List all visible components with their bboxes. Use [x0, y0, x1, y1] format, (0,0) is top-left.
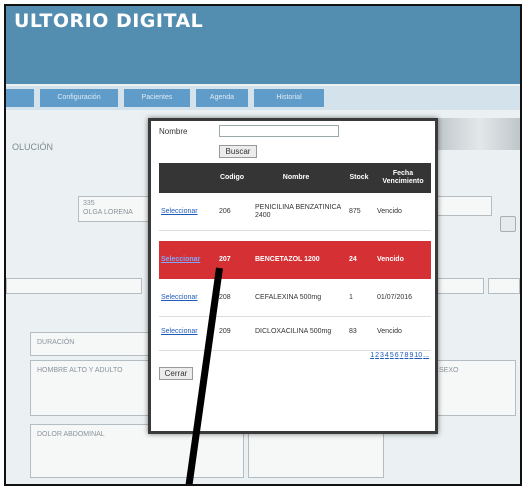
cell-nombre: BENCETAZOL 1200	[255, 256, 320, 263]
cell-stock: 24	[349, 256, 357, 263]
page-link[interactable]: 3	[380, 352, 384, 359]
cell-codigo: 206	[219, 208, 231, 215]
table-row-selected[interactable]: Seleccionar 207 BENCETAZOL 1200 24 Venci…	[159, 241, 431, 279]
page-link[interactable]: 9	[409, 352, 413, 359]
cell-codigo: 207	[219, 256, 231, 263]
select-link[interactable]: Seleccionar	[161, 208, 198, 216]
cell-vencimiento: Vencido	[377, 208, 402, 215]
col-header-stock: Stock	[349, 174, 369, 181]
cell-codigo: 208	[219, 294, 231, 301]
search-button[interactable]: Buscar	[219, 145, 257, 158]
cell-stock: 83	[349, 328, 357, 335]
page-link[interactable]: 2	[375, 352, 379, 359]
cell-nombre: PENICILINA BENZATINICA 2400	[255, 204, 341, 219]
name-search-input[interactable]	[219, 125, 339, 137]
col-header-vencimiento: Fecha Vencimiento	[382, 170, 424, 185]
page-link[interactable]: 6	[395, 352, 399, 359]
col-header-nombre: Nombre	[282, 174, 310, 181]
col-header-codigo: Codigo	[219, 174, 245, 181]
cell-vencimiento: Vencido	[377, 256, 404, 263]
page-link[interactable]: 10	[414, 352, 422, 359]
cell-nombre: CEFALEXINA 500mg	[255, 294, 322, 301]
close-button[interactable]: Cerrar	[159, 367, 193, 380]
cell-stock: 1	[349, 294, 353, 301]
cell-stock: 875	[349, 208, 361, 215]
name-label: Nombre	[159, 127, 188, 136]
cell-nombre: DICLOXACILINA 500mg	[255, 328, 332, 335]
pagination: 1 2 3 4 5 6 7 8 9 10 ...	[159, 352, 429, 359]
cell-vencimiento: 01/07/2016	[377, 294, 413, 301]
table-row[interactable]: Seleccionar 206 PENICILINA BENZATINICA 2…	[159, 193, 431, 231]
row-divider	[159, 230, 431, 231]
select-link[interactable]: Seleccionar	[161, 328, 198, 336]
row-divider	[159, 350, 431, 351]
page-link[interactable]: 8	[405, 352, 409, 359]
col-header-action	[159, 163, 215, 193]
cell-vencimiento: Vencido	[377, 328, 402, 335]
table-row[interactable]: Seleccionar 208 CEFALEXINA 500mg 1 01/07…	[159, 279, 431, 317]
page-link-more[interactable]: ...	[423, 352, 429, 359]
table-header: Codigo Nombre Stock Fecha Vencimiento	[159, 163, 431, 193]
page-link[interactable]: 1	[370, 352, 374, 359]
table-row[interactable]: Seleccionar 209 DICLOXACILINA 500mg 83 V…	[159, 313, 431, 351]
page-link[interactable]: 4	[385, 352, 389, 359]
select-link[interactable]: Seleccionar	[161, 256, 200, 264]
app-window: ULTORIO DIGITAL Configuración Pacientes …	[4, 4, 522, 486]
medication-search-modal: Nombre Buscar Codigo Nombre Stock Fecha …	[148, 118, 438, 434]
select-link[interactable]: Seleccionar	[161, 294, 198, 302]
page-link[interactable]: 5	[390, 352, 394, 359]
cell-codigo: 209	[219, 328, 231, 335]
page-link[interactable]: 7	[400, 352, 404, 359]
